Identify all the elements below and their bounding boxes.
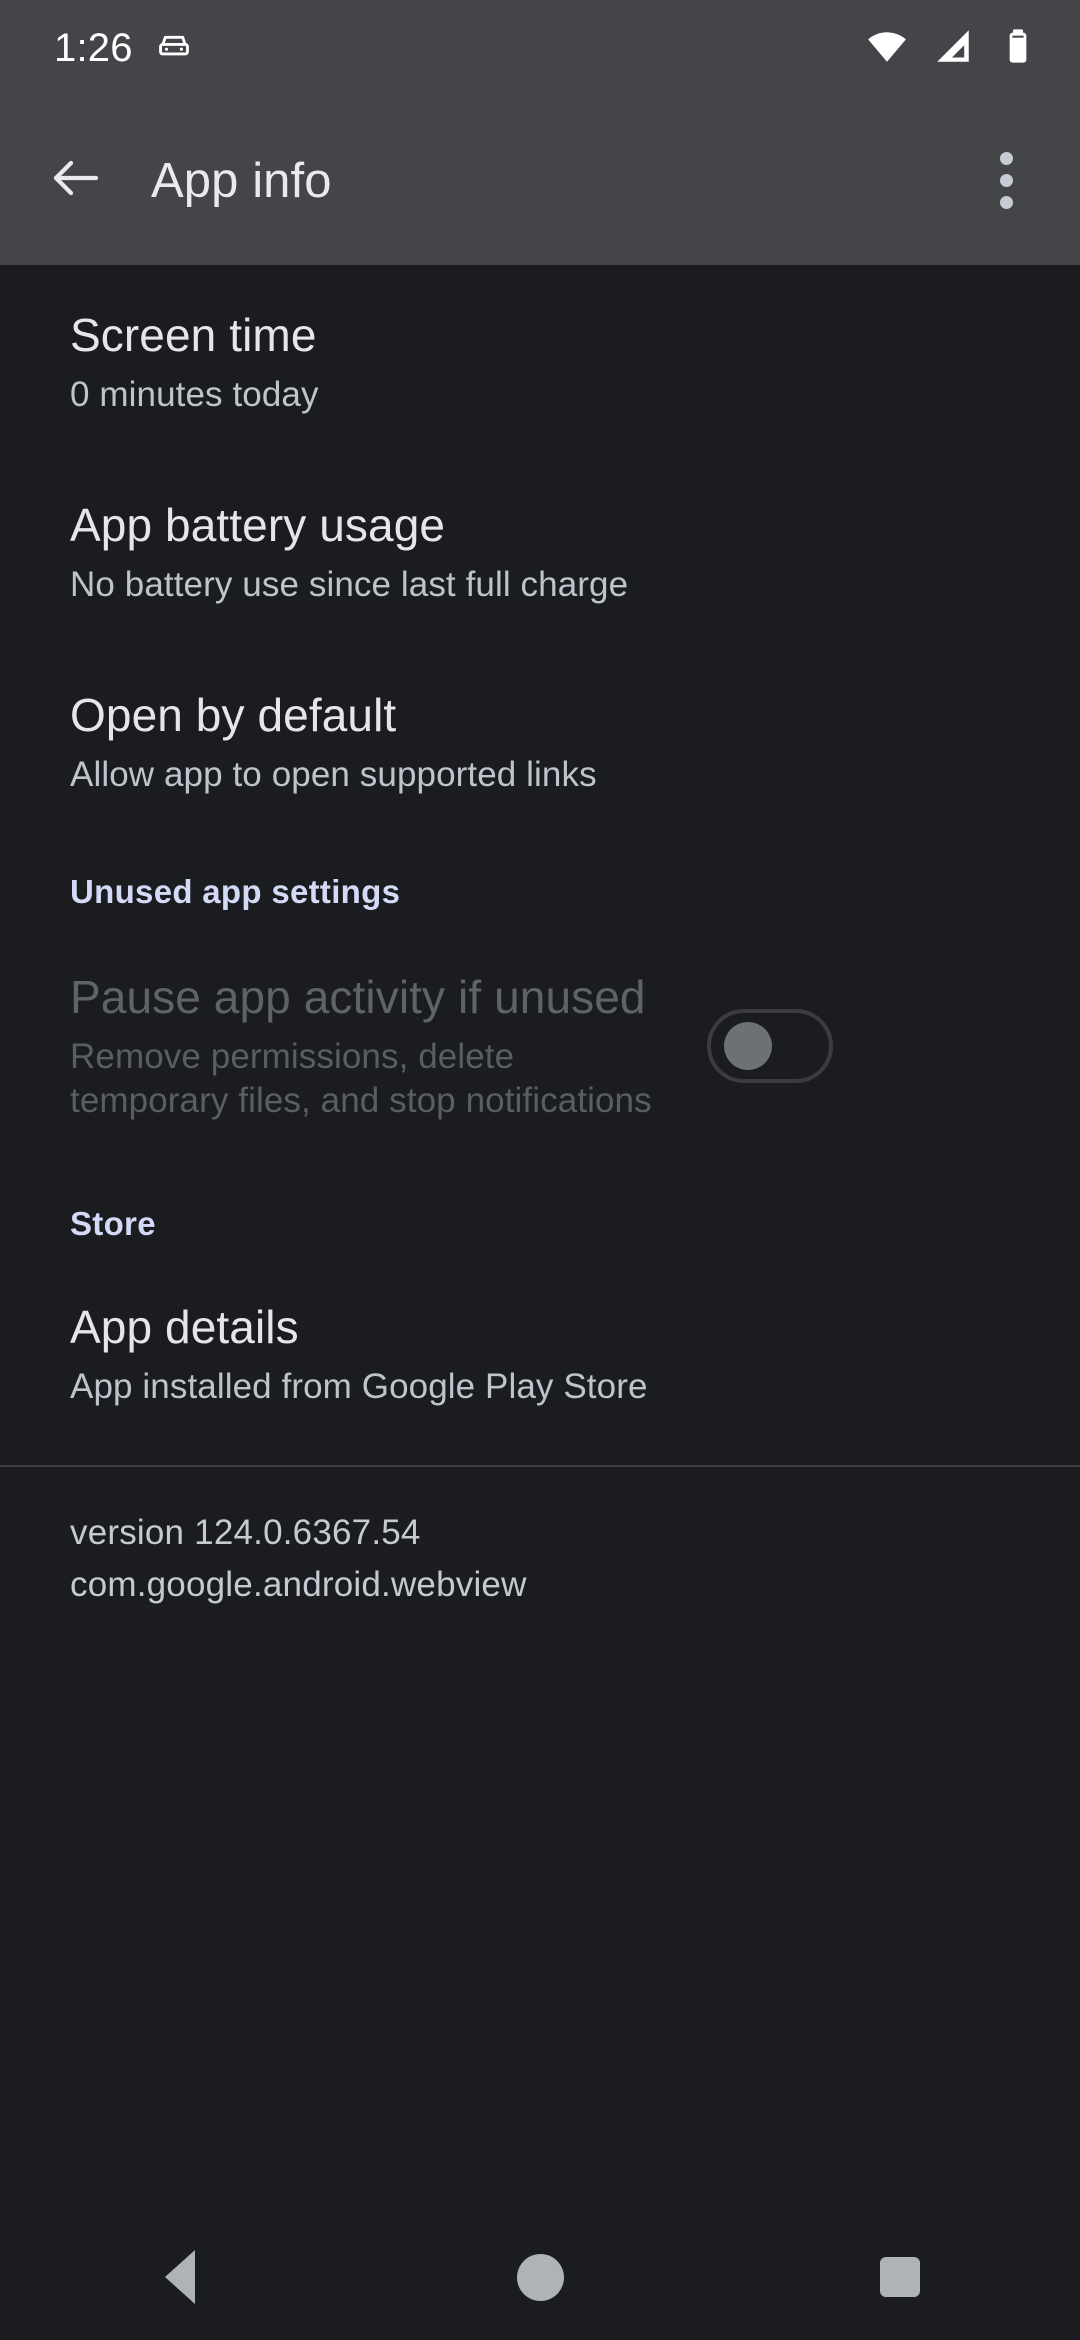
pref-open-by-default[interactable]: Open by default Allow app to open suppor… bbox=[0, 645, 1080, 835]
nav-home-icon bbox=[516, 2253, 564, 2301]
app-info-screen: 1:26 App info Screen time 0 minutes toda… bbox=[0, 0, 1080, 2340]
more-vert-icon bbox=[999, 196, 1013, 209]
status-clock: 1:26 bbox=[54, 25, 133, 70]
pause-app-activity-toggle[interactable] bbox=[707, 1009, 833, 1083]
switch-container bbox=[670, 1009, 870, 1083]
version-text: version 124.0.6367.54 bbox=[70, 1513, 421, 1552]
pref-text-group: Pause app activity if unused Remove perm… bbox=[70, 969, 670, 1123]
package-name-text: com.google.android.webview bbox=[70, 1565, 527, 1604]
wifi-icon bbox=[866, 25, 908, 72]
pref-summary: 0 minutes today bbox=[70, 375, 319, 414]
nav-back-button[interactable] bbox=[105, 2214, 255, 2340]
status-bar-right bbox=[866, 25, 1038, 72]
battery-icon bbox=[998, 26, 1038, 71]
pref-screen-time[interactable]: Screen time 0 minutes today bbox=[0, 265, 1080, 455]
section-header-unused-app-settings: Unused app settings bbox=[70, 873, 401, 910]
pref-summary: Remove permissions, delete temporary fil… bbox=[70, 1037, 652, 1120]
status-bar: 1:26 bbox=[0, 0, 1080, 96]
pref-title: App details bbox=[70, 1301, 299, 1353]
navigation-bar bbox=[0, 2214, 1080, 2340]
pref-app-details[interactable]: App details App installed from Google Pl… bbox=[0, 1257, 1080, 1447]
status-bar-left: 1:26 bbox=[54, 26, 193, 71]
pref-title: App battery usage bbox=[70, 499, 446, 551]
car-icon bbox=[155, 27, 193, 70]
app-bar: App info bbox=[0, 96, 1080, 265]
pref-summary: App installed from Google Play Store bbox=[70, 1367, 648, 1406]
section-header-store: Store bbox=[70, 1205, 156, 1242]
pref-app-battery-usage[interactable]: App battery usage No battery use since l… bbox=[0, 455, 1080, 645]
page-title: App info bbox=[151, 153, 332, 208]
pref-title: Open by default bbox=[70, 689, 397, 741]
more-vert-icon bbox=[999, 174, 1013, 187]
pref-title: Pause app activity if unused bbox=[70, 971, 646, 1023]
nav-recents-icon bbox=[880, 2257, 920, 2297]
more-vert-icon bbox=[999, 152, 1013, 165]
overflow-menu-button[interactable] bbox=[966, 141, 1046, 221]
toggle-thumb bbox=[724, 1022, 772, 1070]
pref-summary: Allow app to open supported links bbox=[70, 755, 597, 794]
nav-back-icon bbox=[165, 2250, 195, 2304]
pref-title: Screen time bbox=[70, 309, 317, 361]
arrow-back-icon bbox=[46, 148, 106, 213]
back-button[interactable] bbox=[34, 139, 118, 223]
settings-list: Screen time 0 minutes today App battery … bbox=[0, 265, 1080, 1611]
app-version-footer: version 124.0.6367.54 com.google.android… bbox=[0, 1467, 1080, 1611]
pref-summary: No battery use since last full charge bbox=[70, 565, 629, 604]
nav-home-button[interactable] bbox=[465, 2214, 615, 2340]
pref-pause-app-activity: Pause app activity if unused Remove perm… bbox=[0, 925, 1080, 1167]
nav-recents-button[interactable] bbox=[825, 2214, 975, 2340]
cell-signal-icon bbox=[932, 25, 974, 72]
